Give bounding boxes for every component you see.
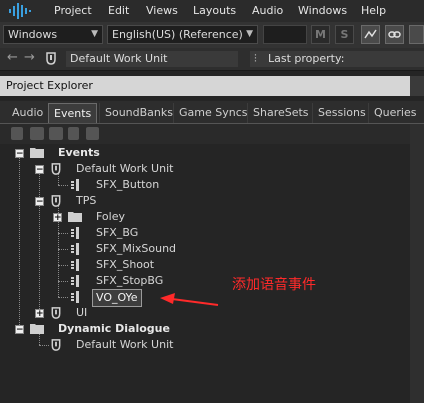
last-property-field[interactable]: ⫶ Last property: <box>250 51 424 67</box>
collapse-icon[interactable]: − <box>15 149 24 159</box>
event-icon <box>71 179 79 191</box>
panel-title: Project Explorer <box>0 76 410 96</box>
tree-item-event[interactable]: SFX_BG <box>0 225 400 241</box>
properties-icon: ⫶ <box>254 52 257 65</box>
tree-item-foley[interactable]: + Foley <box>0 209 400 225</box>
expand-icon[interactable]: + <box>53 213 62 223</box>
wwise-logo-icon[interactable] <box>8 2 34 20</box>
tree-item-label: Foley <box>96 210 125 223</box>
tree-item-work-unit[interactable]: Default Work Unit <box>0 337 400 353</box>
tree-toolbar <box>0 124 424 144</box>
event-icon <box>71 291 79 303</box>
work-unit-icon <box>51 307 61 319</box>
event-icon <box>71 227 79 239</box>
menu-views[interactable]: Views <box>146 4 178 17</box>
menubar: Project Edit Views Layouts Audio Windows… <box>0 0 424 22</box>
tree-item-label: SFX_Shoot <box>96 258 155 271</box>
collapse-icon[interactable]: − <box>35 165 44 175</box>
folder-icon <box>68 212 82 222</box>
event-tree: − Events − Default Work Unit SFX_Button … <box>0 145 410 403</box>
graph-icon <box>364 29 377 39</box>
collapse-icon[interactable]: − <box>15 325 24 335</box>
meter-button[interactable] <box>361 25 380 44</box>
tree-item-dynamic-dialogue[interactable]: − Dynamic Dialogue <box>0 321 400 337</box>
tree-item-events[interactable]: − Events <box>0 145 400 161</box>
vertical-scrollbar[interactable] <box>410 124 424 403</box>
last-property-label: Last property: <box>268 52 345 65</box>
tab-sharesets[interactable]: ShareSets <box>247 103 314 123</box>
menu-edit[interactable]: Edit <box>108 4 129 17</box>
work-unit-path[interactable]: Default Work Unit <box>66 51 238 67</box>
chevron-down-icon: ▼ <box>91 29 98 39</box>
tree-item-label: SFX_StopBG <box>96 274 164 287</box>
annotation-text: 添加语音事件 <box>232 277 316 293</box>
language-select[interactable]: English(US) (Reference) ▼ <box>107 25 258 44</box>
arrow-left-icon[interactable]: ← <box>7 50 18 65</box>
work-unit-icon <box>51 163 61 175</box>
tab-queries[interactable]: Queries <box>368 103 421 123</box>
tab-game-syncs[interactable]: Game Syncs <box>173 103 253 123</box>
chevron-down-icon: ▼ <box>246 29 253 39</box>
folder-icon <box>30 148 44 158</box>
folder-icon[interactable] <box>30 127 44 140</box>
tree-item-event[interactable]: SFX_MixSound <box>0 241 400 257</box>
event-icon <box>71 275 79 287</box>
explorer-tabs: Audio Events SoundBanks Game Syncs Share… <box>0 101 424 124</box>
menu-audio[interactable]: Audio <box>252 4 283 17</box>
tree-item-event[interactable]: SFX_Button <box>0 177 400 193</box>
collapse-icon[interactable]: − <box>35 197 44 207</box>
tree-item-label: SFX_BG <box>96 226 139 239</box>
tree-item-label: Default Work Unit <box>76 162 174 175</box>
tree-item-label: UI <box>76 306 88 319</box>
event-icon <box>71 243 79 255</box>
menu-layouts[interactable]: Layouts <box>193 4 236 17</box>
tree-item-work-unit[interactable]: − Default Work Unit <box>0 161 400 177</box>
tree-item-label: Dynamic Dialogue <box>58 322 170 335</box>
layout-select-value: Windows <box>8 28 58 41</box>
panel-title-edge <box>410 76 424 96</box>
tree-item-label: SFX_Button <box>96 178 160 191</box>
tree-item-label: Events <box>58 146 100 159</box>
toolbar: Windows ▼ English(US) (Reference) ▼ M S <box>0 22 424 48</box>
tree-item-label: Default Work Unit <box>76 338 174 351</box>
folder-icon <box>30 324 44 334</box>
menu-windows[interactable]: Windows <box>298 4 347 17</box>
link-button[interactable] <box>385 25 404 44</box>
layout-select[interactable]: Windows ▼ <box>3 25 103 44</box>
volume-field[interactable] <box>263 25 307 44</box>
work-unit-icon <box>51 339 61 351</box>
work-unit-icon <box>51 195 61 207</box>
tab-soundbanks[interactable]: SoundBanks <box>99 103 178 123</box>
expand-icon[interactable]: + <box>35 309 44 319</box>
tree-item-label: SFX_MixSound <box>96 242 177 255</box>
language-select-value: English(US) (Reference) <box>112 28 243 41</box>
tree-item-label: TPS <box>76 194 97 207</box>
link-icon <box>388 31 401 38</box>
tree-item-tps[interactable]: − TPS <box>0 193 400 209</box>
tree-item-event[interactable]: SFX_Shoot <box>0 257 400 273</box>
mute-button[interactable]: M <box>311 25 330 44</box>
work-unit-icon[interactable] <box>11 127 23 140</box>
overflow-button[interactable] <box>409 25 424 44</box>
dialogue-event-icon[interactable] <box>86 127 99 140</box>
arrow-right-icon[interactable]: → <box>24 50 35 65</box>
virtual-folder-icon[interactable] <box>49 127 63 140</box>
annotation-arrow-icon <box>160 293 219 306</box>
tab-sessions[interactable]: Sessions <box>312 103 371 123</box>
work-unit-icon <box>46 52 56 65</box>
solo-button[interactable]: S <box>335 25 354 44</box>
event-icon[interactable] <box>68 127 79 140</box>
tab-audio[interactable]: Audio <box>7 103 48 123</box>
menu-project[interactable]: Project <box>54 4 92 17</box>
menu-help[interactable]: Help <box>361 4 386 17</box>
tree-item-event[interactable]: SFX_StopBG <box>0 273 400 289</box>
event-icon <box>71 259 79 271</box>
navigation-bar: ← → Default Work Unit ⫶ Last property: <box>0 48 424 71</box>
tab-events[interactable]: Events <box>48 103 98 123</box>
